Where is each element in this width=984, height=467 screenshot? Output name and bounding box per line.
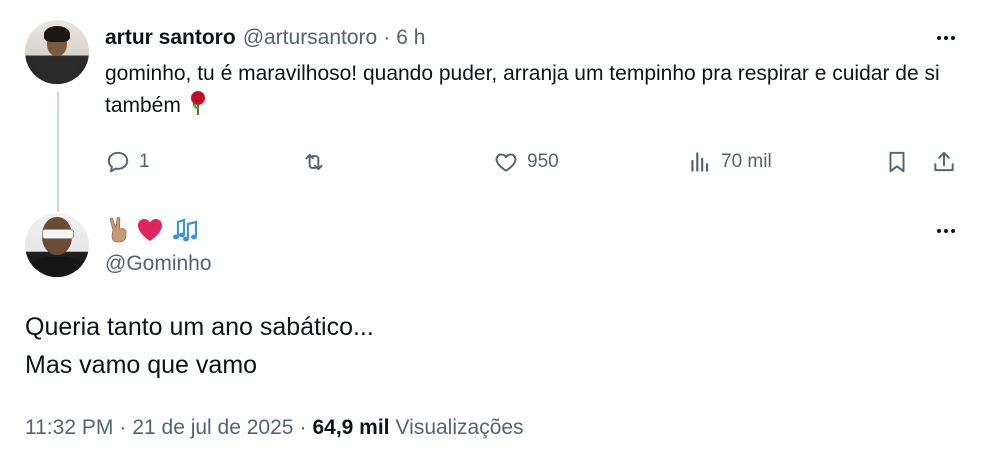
tweet-views-label[interactable]: Visualizações (396, 416, 524, 440)
reply-text: gominho, tu é maravilhoso! quando puder,… (105, 58, 965, 126)
views-count: 70 mil (721, 151, 772, 172)
tweet-views-count[interactable]: 64,9 mil (312, 416, 389, 440)
share-icon (934, 151, 954, 172)
reply-count: 1 (139, 151, 150, 172)
share-button[interactable] (931, 144, 957, 180)
bookmark-icon (889, 151, 905, 173)
reply-author-handle[interactable]: @artursantoro (243, 26, 378, 50)
reply-header: artur santoro @artursantoro · 6 h (105, 24, 425, 52)
rose-emoji-icon (187, 90, 209, 126)
reply-button[interactable]: 1 (105, 144, 150, 180)
tweet-time[interactable]: 11:32 PM (25, 416, 113, 440)
separator-dot: · (119, 416, 127, 439)
tweet-more-options-icon[interactable] (931, 221, 961, 241)
retweet-button[interactable] (301, 144, 335, 180)
tweet-meta: 11:32 PM · 21 de jul de 2025 · 64,9 mil … (25, 412, 524, 444)
tweet-text-line: Queria tanto um ano sabático... (25, 313, 374, 341)
author-handle[interactable]: @Gominho (105, 252, 212, 276)
reply-timestamp[interactable]: 6 h (396, 26, 425, 50)
tweet-date[interactable]: 21 de jul de 2025 (132, 416, 293, 440)
author-display-name[interactable] (106, 216, 200, 248)
comment-icon (107, 151, 129, 173)
retweet-icon (305, 153, 323, 171)
author-avatar[interactable] (25, 213, 89, 277)
reply-more-options-icon[interactable] (931, 28, 961, 48)
views-button[interactable]: 70 mil (687, 144, 772, 180)
victory-hand-icon (106, 216, 130, 249)
red-heart-icon (136, 217, 164, 248)
reply-author-name[interactable]: artur santoro (105, 26, 236, 50)
thread-connector-line (57, 92, 59, 212)
reply-text-body: gominho, tu é maravilhoso! quando puder,… (105, 62, 940, 117)
analytics-icon (691, 152, 709, 172)
like-count: 950 (527, 151, 559, 172)
separator-dot: · (383, 26, 391, 49)
reply-author-avatar[interactable] (25, 20, 89, 84)
heart-icon (495, 153, 517, 172)
bookmark-button[interactable] (884, 144, 910, 180)
musical-notes-icon (170, 216, 200, 249)
separator-dot: · (299, 416, 307, 439)
tweet-text: Queria tanto um ano sabático... Mas vamo… (25, 308, 925, 384)
like-button[interactable]: 950 (493, 144, 559, 180)
reply-action-bar: 1 950 70 mil (105, 144, 965, 180)
tweet-text-line: Mas vamo que vamo (25, 351, 258, 379)
